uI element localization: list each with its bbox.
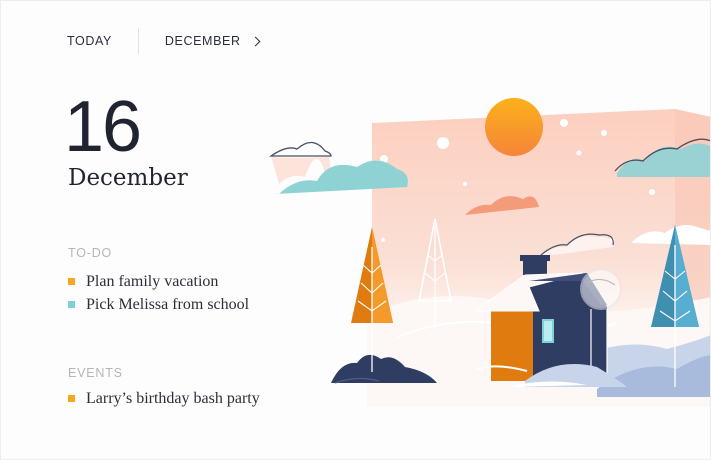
events-section-label: EVENTS	[68, 366, 123, 380]
day-number: 16	[64, 87, 142, 167]
calendar-card: TODAY DECEMBER 16 December TO-DO Plan fa…	[0, 0, 711, 460]
todo-bullet	[68, 278, 75, 285]
todo-item[interactable]: Pick Melissa from school	[68, 293, 249, 316]
winter-house-illustration	[268, 98, 710, 407]
month-button[interactable]: DECEMBER	[164, 34, 261, 48]
todo-item-text: Pick Melissa from school	[86, 295, 250, 313]
todo-item[interactable]: Plan family vacation	[68, 270, 249, 293]
month-button-label: DECEMBER	[164, 34, 241, 48]
chevron-right-icon	[250, 36, 261, 47]
top-nav: TODAY DECEMBER	[67, 28, 261, 54]
events-list: Larry’s birthday bash party	[68, 387, 260, 410]
todo-list: Plan family vacation Pick Melissa from s…	[68, 270, 249, 316]
nav-divider	[137, 28, 139, 54]
event-bullet	[68, 395, 75, 402]
todo-bullet	[68, 301, 75, 308]
todo-section-label: TO-DO	[68, 246, 113, 260]
event-item-text: Larry’s birthday bash party	[86, 389, 260, 407]
today-button[interactable]: TODAY	[67, 34, 112, 48]
sun-shape	[485, 98, 543, 156]
event-item[interactable]: Larry’s birthday bash party	[68, 387, 260, 410]
todo-item-text: Plan family vacation	[86, 272, 219, 290]
month-name: December	[68, 165, 188, 191]
